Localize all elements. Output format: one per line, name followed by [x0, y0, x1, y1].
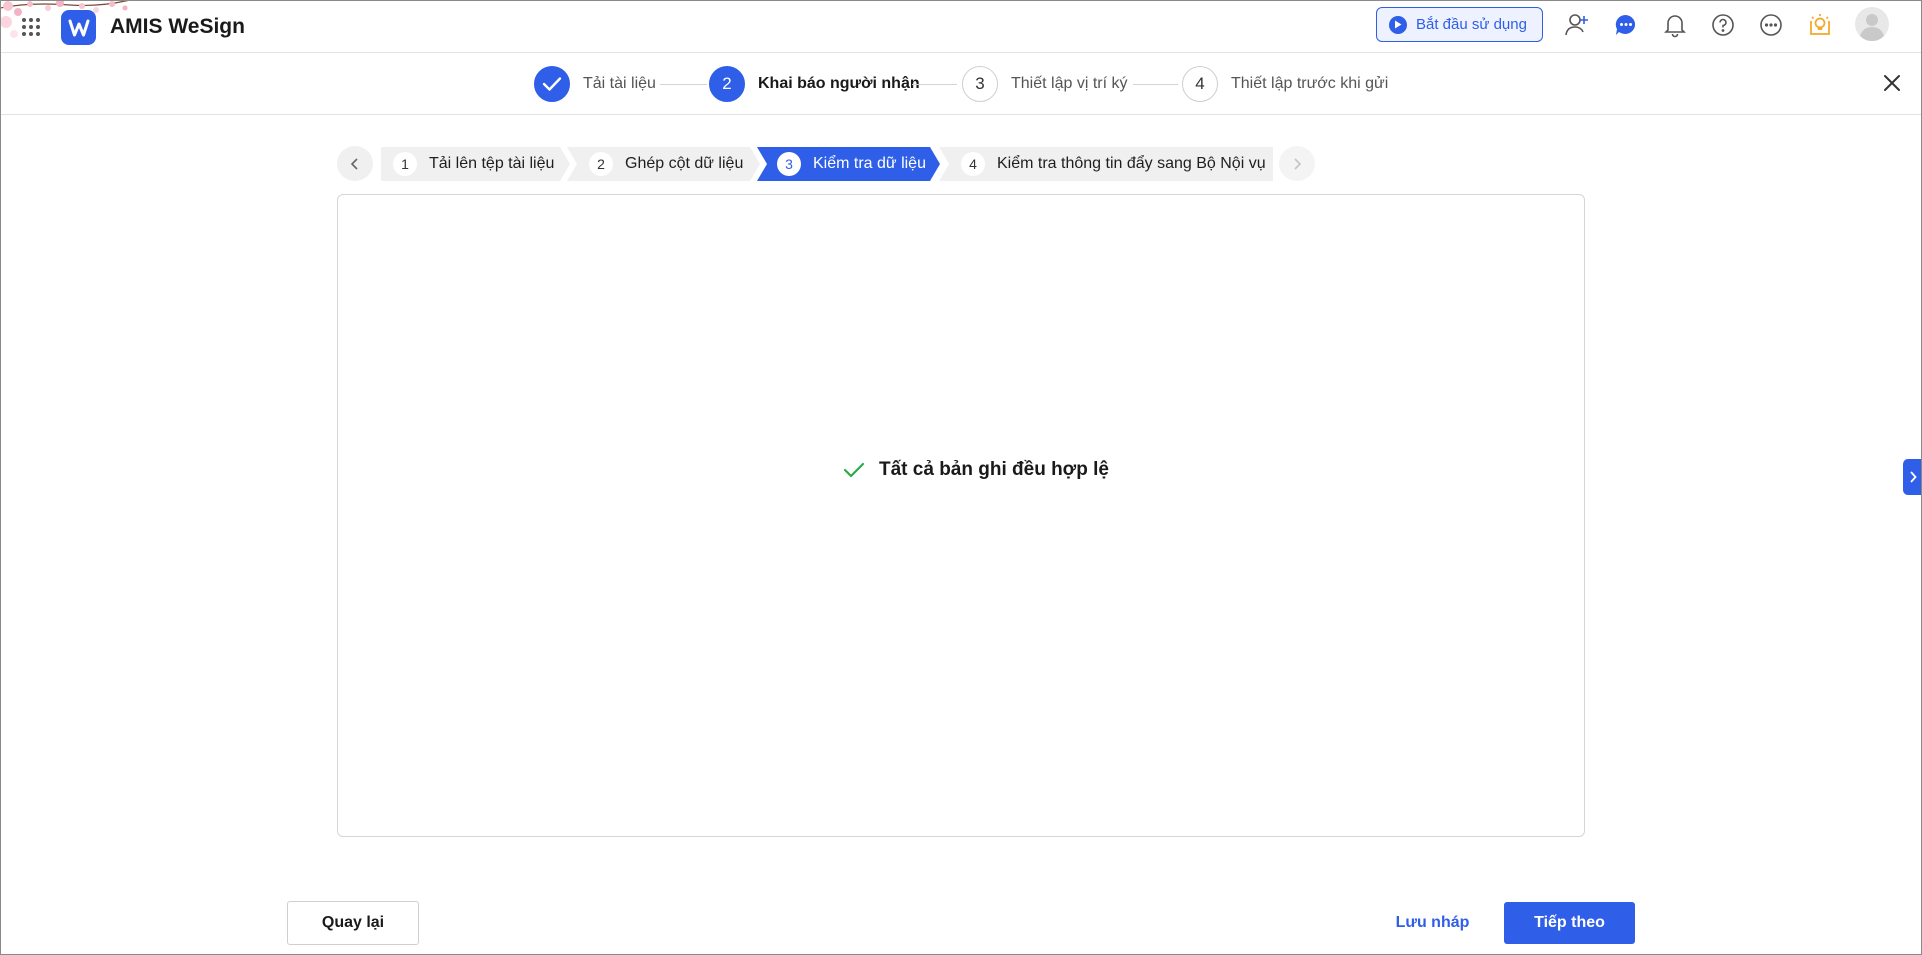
success-check-icon [843, 462, 865, 478]
substep-label: Tải lên tệp tài liệu [429, 155, 555, 172]
more-icon[interactable] [1756, 10, 1786, 40]
app-logo [61, 10, 96, 45]
substep-4[interactable]: 4 Kiểm tra thông tin đẩy sang Bộ Nội vụ [939, 147, 1273, 181]
step-connector [1133, 84, 1178, 85]
side-panel-toggle[interactable] [1903, 459, 1922, 495]
wizard-step-number: 4 [1182, 66, 1218, 102]
start-using-button[interactable]: Bắt đầu sử dụng [1376, 7, 1543, 42]
wizard-stepper: Tải tài liệu 2 Khai báo người nhận 3 Thi… [0, 54, 1922, 115]
data-check-panel [337, 194, 1585, 837]
substep-3[interactable]: 3 Kiểm tra dữ liệu [757, 147, 940, 181]
substep-number: 2 [589, 152, 613, 176]
wizard-step-number: 2 [709, 66, 745, 102]
wizard-step-2[interactable]: 2 Khai báo người nhận [709, 66, 920, 102]
check-icon [534, 66, 570, 102]
substep-label: Ghép cột dữ liệu [625, 155, 744, 172]
chevron-right-icon [1294, 157, 1302, 170]
top-bar: AMIS WeSign Bắt đầu sử dụng [0, 0, 1922, 53]
next-button[interactable]: Tiếp theo [1504, 902, 1635, 944]
step-connector [660, 84, 707, 85]
apps-grid-icon[interactable] [20, 16, 42, 38]
wizard-step-1[interactable]: Tải tài liệu [534, 66, 656, 102]
wizard-step-label: Thiết lập trước khi gửi [1231, 75, 1389, 92]
add-user-icon[interactable] [1562, 10, 1592, 40]
play-icon [1389, 15, 1407, 34]
wizard-step-label: Tải tài liệu [583, 75, 656, 92]
back-button[interactable]: Quay lại [287, 901, 419, 945]
substep-number: 4 [961, 152, 985, 176]
wizard-step-label: Khai báo người nhận [758, 75, 920, 92]
prev-substep-button[interactable] [337, 146, 373, 181]
substep-1[interactable]: 1 Tải lên tệp tài liệu [381, 147, 570, 181]
wizard-step-number: 3 [962, 66, 998, 102]
substep-label: Kiểm tra dữ liệu [813, 155, 926, 172]
help-icon[interactable] [1708, 10, 1738, 40]
wizard-step-4[interactable]: 4 Thiết lập trước khi gửi [1182, 66, 1388, 102]
start-using-label: Bắt đầu sử dụng [1416, 16, 1527, 33]
step-connector [912, 84, 957, 85]
validation-result: Tất cả bản ghi đều hợp lệ [843, 459, 1109, 481]
bell-icon[interactable] [1660, 10, 1690, 40]
chevron-left-icon [350, 157, 358, 170]
wizard-step-3[interactable]: 3 Thiết lập vị trí ký [962, 66, 1127, 102]
chevron-right-icon [1909, 471, 1917, 483]
wizard-step-label: Thiết lập vị trí ký [1011, 75, 1128, 92]
substep-number: 3 [777, 152, 801, 176]
close-icon[interactable] [1878, 69, 1906, 97]
substep-label: Kiểm tra thông tin đẩy sang Bộ Nội vụ [997, 155, 1266, 172]
save-draft-button[interactable]: Lưu nháp [1385, 901, 1480, 945]
chat-icon[interactable] [1611, 10, 1641, 40]
validation-message: Tất cả bản ghi đều hợp lệ [879, 459, 1109, 480]
avatar[interactable] [1855, 7, 1889, 41]
app-title: AMIS WeSign [110, 15, 245, 38]
substep-number: 1 [393, 152, 417, 176]
lightbulb-icon[interactable] [1805, 10, 1835, 40]
substep-2[interactable]: 2 Ghép cột dữ liệu [567, 147, 760, 181]
next-substep-button[interactable] [1279, 146, 1315, 181]
